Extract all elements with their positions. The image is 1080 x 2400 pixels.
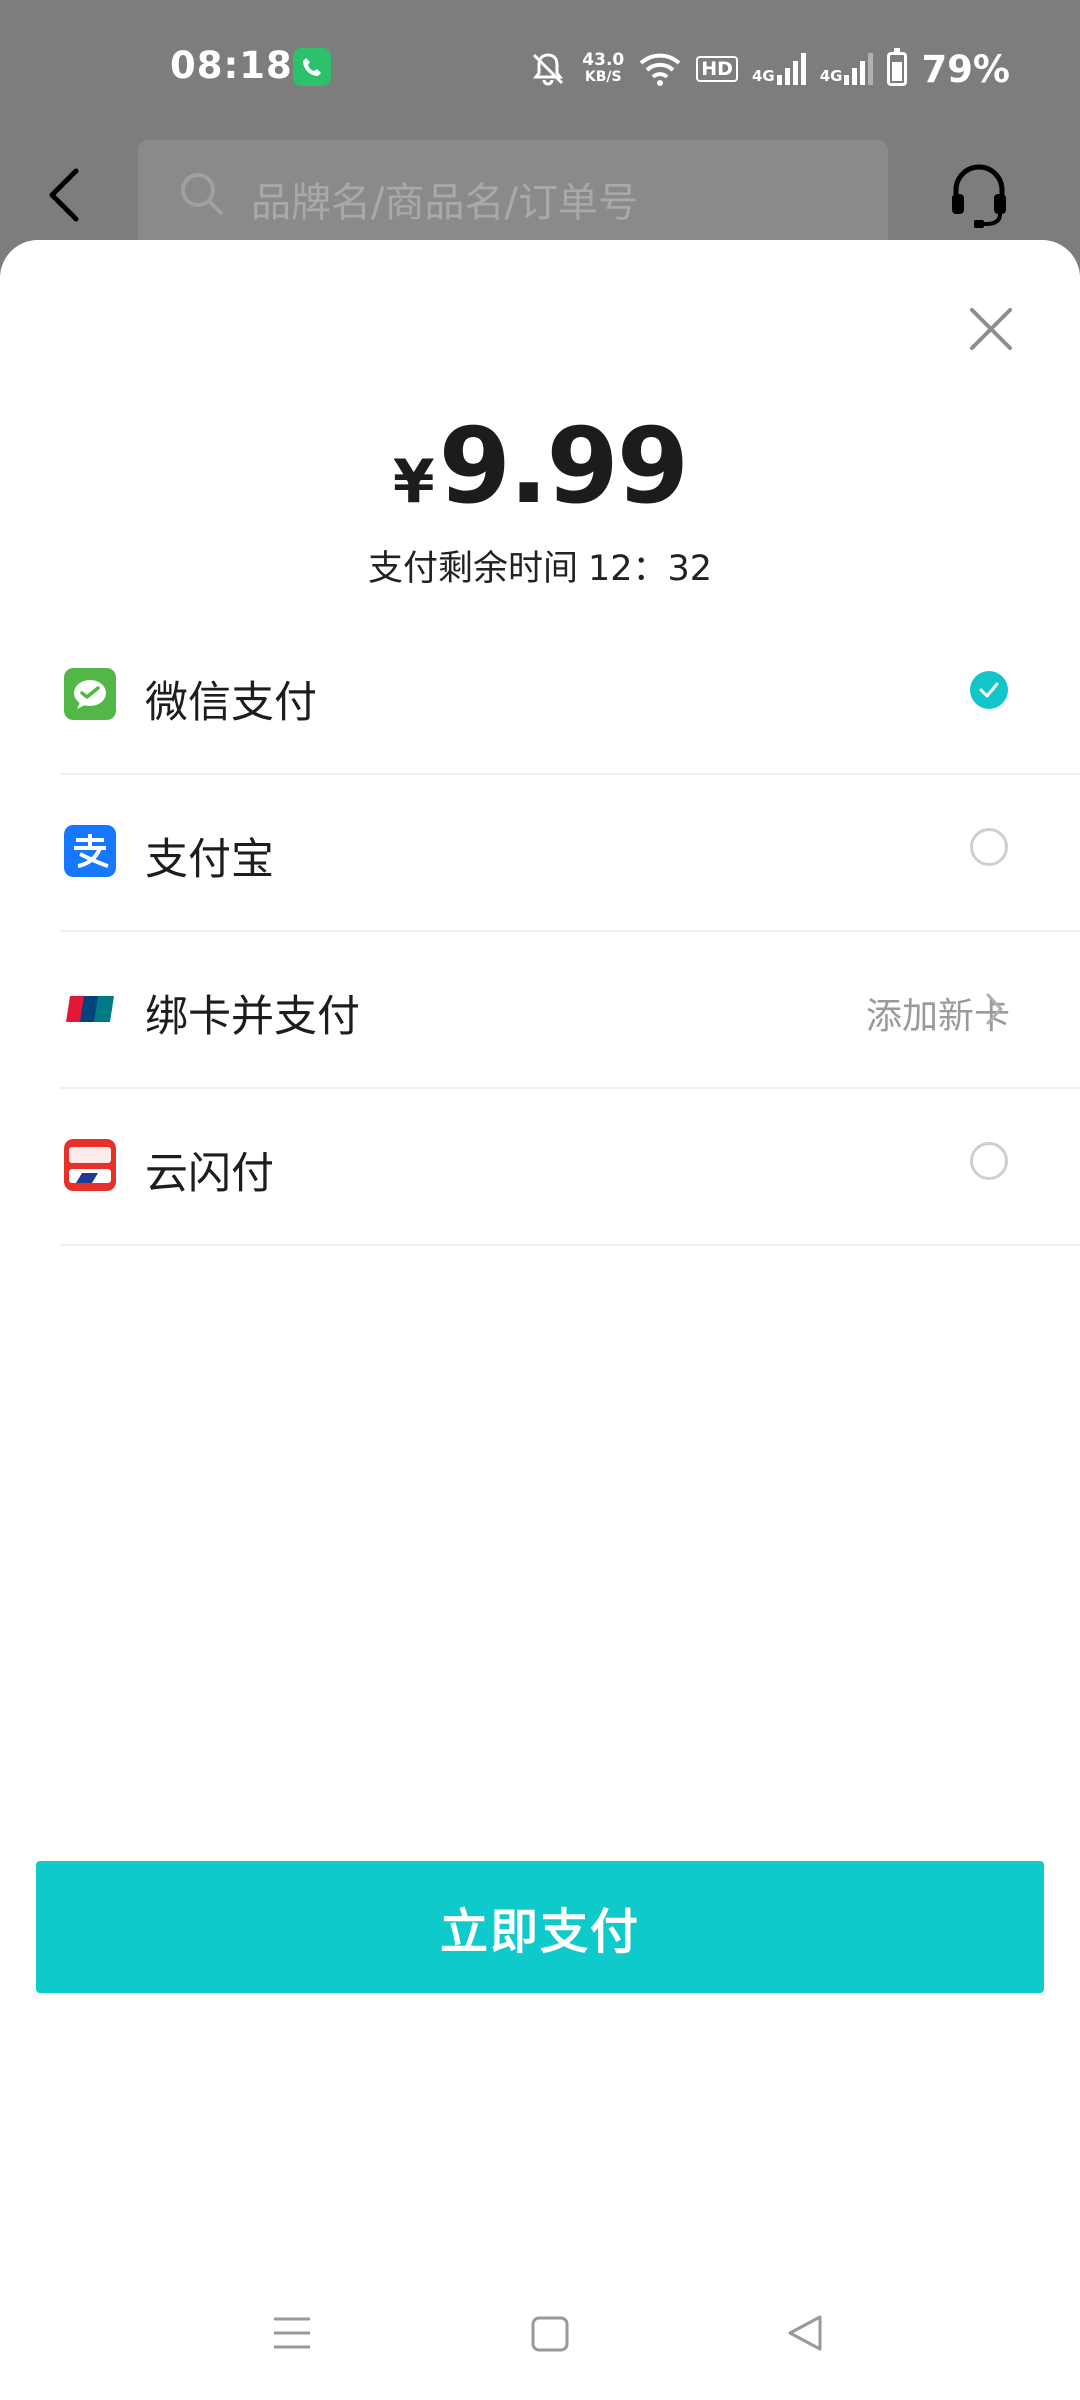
status-time: 08:18 xyxy=(170,44,293,87)
net-speed: 43.0 KB/S xyxy=(582,50,625,86)
search-icon xyxy=(181,173,223,215)
payment-method-label: 云闪付 xyxy=(145,1149,274,1199)
signal-icon-2: 4G xyxy=(820,53,874,85)
system-nav-bar xyxy=(0,2270,1080,2400)
signal-icon: 4G xyxy=(752,53,806,85)
countdown-label: 支付剩余时间 xyxy=(367,549,578,589)
mute-icon xyxy=(533,53,564,86)
radio-checked[interactable] xyxy=(970,671,1008,709)
menu-icon[interactable] xyxy=(272,2315,312,2351)
battery-percent: 79% xyxy=(921,47,1010,91)
status-icons: 43.0 KB/S HD 4G 4G 79% xyxy=(528,44,1010,94)
chevron-left-icon xyxy=(49,168,79,222)
close-button[interactable] xyxy=(962,300,1020,358)
payment-method-cloud-quickpass[interactable]: 云闪付 xyxy=(60,1089,1080,1246)
customer-service-button[interactable] xyxy=(948,160,1018,240)
payment-method-label: 微信支付 xyxy=(145,678,317,728)
home-square-icon[interactable] xyxy=(530,2315,570,2353)
amount-value: 9.99 xyxy=(438,405,690,527)
payment-method-wechat[interactable]: 微信支付 xyxy=(60,618,1080,775)
payment-countdown: 支付剩余时间 12：32 xyxy=(0,540,1080,591)
payment-method-alipay[interactable]: 支付宝 xyxy=(60,775,1080,932)
battery-icon xyxy=(887,48,908,86)
headset-icon xyxy=(952,164,1006,228)
currency-symbol: ¥ xyxy=(392,447,435,517)
search-placeholder: 品牌名/商品名/订单号 xyxy=(251,180,638,226)
cloud-quickpass-icon xyxy=(64,1139,116,1191)
wechat-pay-icon xyxy=(64,668,116,720)
back-button[interactable] xyxy=(44,165,104,235)
radio-unchecked[interactable] xyxy=(970,828,1008,866)
countdown-time: 12：32 xyxy=(587,549,713,589)
payment-method-list: 微信支付 支付宝 绑卡并支付 添加新卡 云闪付 xyxy=(60,618,1080,1246)
radio-unchecked[interactable] xyxy=(970,1142,1008,1180)
hd-badge: HD xyxy=(696,56,738,82)
payment-amount: ¥9.99 xyxy=(0,405,1080,527)
chevron-right-icon xyxy=(986,993,1003,1025)
status-bar: 08:18 43.0 KB/S HD 4G 4G 79% xyxy=(0,0,1080,135)
check-icon xyxy=(979,682,999,698)
top-bar: 品牌名/商品名/订单号 xyxy=(0,135,1080,255)
payment-method-label: 绑卡并支付 xyxy=(145,992,360,1042)
phone-call-icon xyxy=(293,48,331,86)
payment-sheet: ¥9.99 支付剩余时间 12：32 微信支付 支付宝 绑卡并支付 添加新卡 云… xyxy=(0,240,1080,2400)
back-triangle-icon[interactable] xyxy=(786,2313,826,2353)
payment-method-bind-card[interactable]: 绑卡并支付 添加新卡 xyxy=(60,932,1080,1089)
alipay-icon xyxy=(64,825,116,877)
pay-now-button[interactable]: 立即支付 xyxy=(36,1861,1044,1993)
wifi-icon xyxy=(639,53,681,86)
payment-method-label: 支付宝 xyxy=(145,835,274,885)
close-icon xyxy=(970,308,1012,350)
search-input[interactable]: 品牌名/商品名/订单号 xyxy=(138,140,888,248)
unionpay-card-icon xyxy=(66,996,114,1022)
